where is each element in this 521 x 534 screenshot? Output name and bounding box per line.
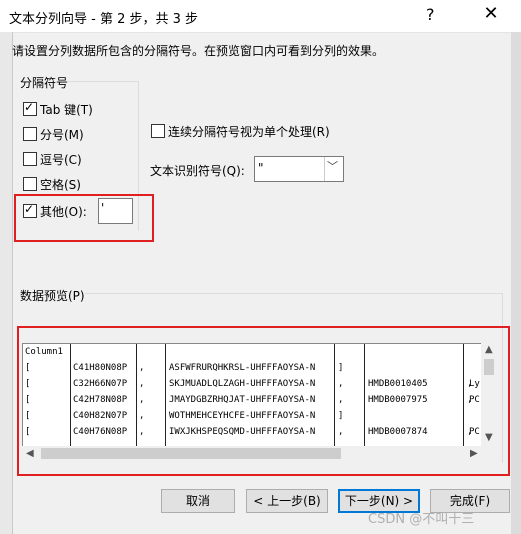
tab-checkbox[interactable] (23, 100, 37, 116)
preview-highlight-box (17, 326, 510, 476)
background-window-left (0, 32, 13, 534)
preview-label: 数据预览(P) (20, 289, 85, 303)
consecutive-checkbox-label[interactable]: 连续分隔符号视为单个处理(R) (168, 123, 330, 140)
background-window-right (511, 32, 521, 534)
chevron-down-icon[interactable]: ﹀ (327, 158, 338, 174)
other-highlight-box (14, 194, 154, 242)
semicolon-checkbox[interactable] (23, 127, 37, 141)
close-button[interactable]: ✕ (477, 3, 505, 24)
back-button[interactable]: < 上一步(B) (246, 489, 328, 513)
instruction-text: 请设置分列数据所包含的分隔符号。在预览窗口内可看到分列的效果。 (12, 44, 385, 58)
window-title: 文本分列向导 - 第 2 步，共 3 步 (9, 12, 199, 27)
delimiters-group-title: 分隔符号 (20, 76, 69, 90)
preview-group-border (85, 293, 503, 294)
space-checkbox-label[interactable]: 空格(S) (40, 176, 81, 193)
tab-checkbox-label[interactable]: Tab 键(T) (40, 101, 93, 118)
help-button[interactable]: ? (426, 5, 435, 24)
watermark: CSDN @不叫十三 (368, 512, 475, 527)
text-qualifier-label: 文本识别符号(Q): (150, 164, 245, 178)
space-checkbox[interactable] (23, 177, 37, 191)
comma-checkbox-label[interactable]: 逗号(C) (40, 151, 82, 168)
semicolon-checkbox-label[interactable]: 分号(M) (40, 126, 84, 143)
text-qualifier-value: " (258, 161, 264, 175)
comma-checkbox[interactable] (23, 152, 37, 166)
select-divider (324, 157, 325, 181)
consecutive-checkbox[interactable] (151, 124, 165, 138)
cancel-button[interactable]: 取消 (161, 489, 235, 513)
group-border (68, 81, 138, 82)
